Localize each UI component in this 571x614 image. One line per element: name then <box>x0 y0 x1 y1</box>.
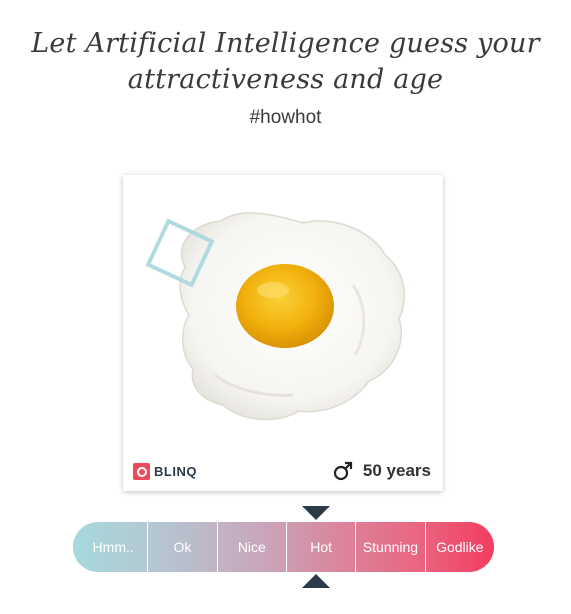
age-estimate: 50 years <box>333 460 431 482</box>
hashtag: #howhot <box>249 107 322 128</box>
page-title: Let Artificial Intelligence guess your a… <box>0 26 571 98</box>
scale-level-godlike[interactable]: Godlike <box>426 522 494 572</box>
brand-name: BLINQ <box>154 463 197 479</box>
scale-pointer-top-icon <box>302 506 330 520</box>
scale-level-hot[interactable]: Hot <box>287 522 357 572</box>
blinq-logo[interactable]: BLINQ <box>133 462 197 480</box>
attractiveness-scale: Hmm.. Ok Nice Hot Stunning Godlike <box>73 522 494 572</box>
scale-level-ok[interactable]: Ok <box>148 522 218 572</box>
scale-pointer-bottom-icon <box>302 574 330 588</box>
title-line-2: attractiveness and age <box>127 64 444 95</box>
title-line-1: Let Artificial Intelligence guess your <box>31 28 540 59</box>
scale-level-stunning[interactable]: Stunning <box>356 522 426 572</box>
fried-egg-photo <box>145 212 406 421</box>
card-footer: BLINQ 50 years <box>123 455 443 491</box>
age-label: 50 years <box>362 461 431 480</box>
scale-level-nice[interactable]: Nice <box>218 522 287 572</box>
result-card: BLINQ 50 years <box>123 175 443 491</box>
blinq-logo-icon <box>133 462 150 480</box>
male-symbol-icon <box>333 461 353 481</box>
scale-level-hmm[interactable]: Hmm.. <box>73 522 149 572</box>
